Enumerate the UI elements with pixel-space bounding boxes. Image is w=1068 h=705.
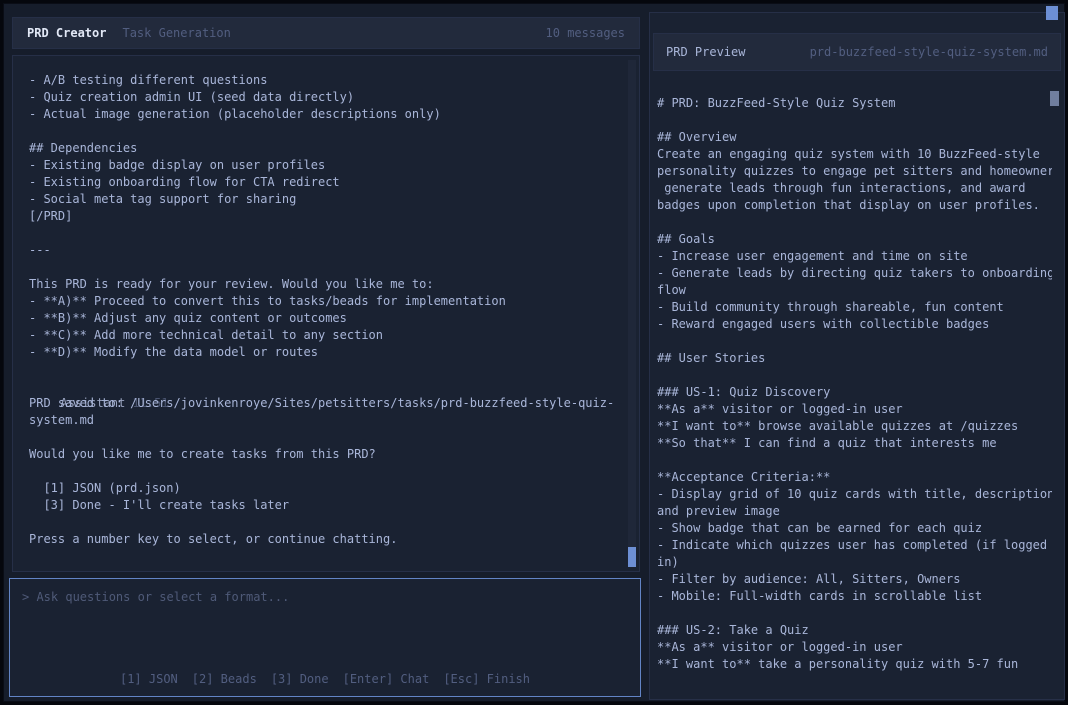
text-line: **I want to** take a personality quiz wi… xyxy=(657,656,1052,673)
text-line xyxy=(657,452,1052,469)
chat-input[interactable]: > Ask questions or select a format... [1… xyxy=(9,578,641,697)
preview-scrollbar-thumb[interactable] xyxy=(1050,91,1059,106)
hotkey-json[interactable]: [1] JSON xyxy=(120,671,178,688)
text-line: generate leads through fun interactions,… xyxy=(657,180,1052,197)
text-line: - **D)** Modify the data model or routes xyxy=(15,344,629,361)
text-line: - **C)** Add more technical detail to an… xyxy=(15,327,629,344)
text-line: **As a** visitor or logged-in user xyxy=(657,639,1052,656)
text-line: badges upon completion that display on u… xyxy=(657,197,1052,214)
text-line xyxy=(657,214,1052,231)
hotkey-esc-finish[interactable]: [Esc] Finish xyxy=(443,671,530,688)
hotkey-beads[interactable]: [2] Beads xyxy=(192,671,257,688)
messages-scrollbar-thumb[interactable] xyxy=(628,547,636,567)
hotkey-enter-chat[interactable]: [Enter] Chat xyxy=(343,671,430,688)
preview-title: PRD Preview xyxy=(666,45,745,59)
text-line xyxy=(15,259,629,276)
text-line: ## Goals xyxy=(657,231,1052,248)
text-line: ### US-2: Take a Quiz xyxy=(657,622,1052,639)
preview-header: PRD Preview prd-buzzfeed-style-quiz-syst… xyxy=(653,33,1061,71)
text-line: This PRD is ready for your review. Would… xyxy=(15,276,629,293)
text-line xyxy=(15,225,629,242)
hotkey-done[interactable]: [3] Done xyxy=(271,671,329,688)
text-line: PRD saved to: /Users/jovinkenroye/Sites/… xyxy=(15,395,629,412)
text-line: in) xyxy=(657,554,1052,571)
prd-preview-panel: PRD Preview prd-buzzfeed-style-quiz-syst… xyxy=(649,12,1065,700)
text-line xyxy=(657,605,1052,622)
message-log[interactable]: - A/B testing different questions- Quiz … xyxy=(12,55,640,572)
text-line xyxy=(15,429,629,446)
text-line xyxy=(15,514,629,531)
text-line xyxy=(657,367,1052,384)
text-line: and preview image xyxy=(657,503,1052,520)
message-lines-pre: - A/B testing different questions- Quiz … xyxy=(15,72,629,378)
text-line: system.md xyxy=(15,412,629,429)
tab-task-generation[interactable]: Task Generation xyxy=(122,26,230,40)
text-line: **As a** visitor or logged-in user xyxy=(657,401,1052,418)
text-line: - Increase user engagement and time on s… xyxy=(657,248,1052,265)
text-line: - Mobile: Full-width cards in scrollable… xyxy=(657,588,1052,605)
text-line: - Existing badge display on user profile… xyxy=(15,157,629,174)
text-line xyxy=(657,112,1052,129)
text-line: - A/B testing different questions xyxy=(15,72,629,89)
left-header: PRD Creator Task Generation 10 messages xyxy=(12,17,640,49)
text-line: flow xyxy=(657,282,1052,299)
preview-lines: # PRD: BuzzFeed-Style Quiz System ## Ove… xyxy=(657,95,1052,673)
text-line: ## User Stories xyxy=(657,350,1052,367)
text-line xyxy=(15,361,629,378)
text-line: --- xyxy=(15,242,629,259)
text-line: **I want to** browse available quizzes a… xyxy=(657,418,1052,435)
tab-prd-creator[interactable]: PRD Creator xyxy=(27,26,106,40)
hotkey-bar: [1] JSON [2] Beads [3] Done [Enter] Chat… xyxy=(22,671,628,688)
text-line: - Existing onboarding flow for CTA redir… xyxy=(15,174,629,191)
preview-filename: prd-buzzfeed-style-quiz-system.md xyxy=(810,45,1048,59)
assistant-message-header: Assistant11:51 xyxy=(15,378,629,395)
window-scrollbar-thumb[interactable] xyxy=(1046,6,1058,20)
text-line: **Acceptance Criteria:** xyxy=(657,469,1052,486)
text-line: # PRD: BuzzFeed-Style Quiz System xyxy=(657,95,1052,112)
text-line: - Indicate which quizzes user has comple… xyxy=(657,537,1052,554)
prd-creator-app: PRD Creator Task Generation 10 messages … xyxy=(3,3,1065,702)
text-line: - Social meta tag support for sharing xyxy=(15,191,629,208)
text-line xyxy=(15,123,629,140)
text-line: - **B)** Adjust any quiz content or outc… xyxy=(15,310,629,327)
preview-content[interactable]: # PRD: BuzzFeed-Style Quiz System ## Ove… xyxy=(650,87,1052,695)
text-line: Create an engaging quiz system with 10 B… xyxy=(657,146,1052,163)
text-line: ## Overview xyxy=(657,129,1052,146)
text-line xyxy=(657,333,1052,350)
text-line: personality quizzes to engage pet sitter… xyxy=(657,163,1052,180)
text-line: - Display grid of 10 quiz cards with tit… xyxy=(657,486,1052,503)
text-line: ### US-1: Quiz Discovery xyxy=(657,384,1052,401)
text-line: - Quiz creation admin UI (seed data dire… xyxy=(15,89,629,106)
text-line: [3] Done - I'll create tasks later xyxy=(15,497,629,514)
text-line: **So that** I can find a quiz that inter… xyxy=(657,435,1052,452)
text-line: - Generate leads by directing quiz taker… xyxy=(657,265,1052,282)
text-line: [/PRD] xyxy=(15,208,629,225)
text-line: Press a number key to select, or continu… xyxy=(15,531,629,548)
chat-input-placeholder: > Ask questions or select a format... xyxy=(22,589,628,606)
text-line: - Filter by audience: All, Sitters, Owne… xyxy=(657,571,1052,588)
text-line: ## Dependencies xyxy=(15,140,629,157)
text-line xyxy=(15,463,629,480)
text-line: - Show badge that can be earned for each… xyxy=(657,520,1052,537)
text-line: Would you like me to create tasks from t… xyxy=(15,446,629,463)
text-line: - Build community through shareable, fun… xyxy=(657,299,1052,316)
text-line: [1] JSON (prd.json) xyxy=(15,480,629,497)
messages-scrollbar[interactable] xyxy=(628,60,636,567)
text-line: - Actual image generation (placeholder d… xyxy=(15,106,629,123)
message-lines-post: PRD saved to: /Users/jovinkenroye/Sites/… xyxy=(15,395,629,548)
text-line: - **A)** Proceed to convert this to task… xyxy=(15,293,629,310)
text-line: - Reward engaged users with collectible … xyxy=(657,316,1052,333)
message-count-badge: 10 messages xyxy=(546,26,625,40)
